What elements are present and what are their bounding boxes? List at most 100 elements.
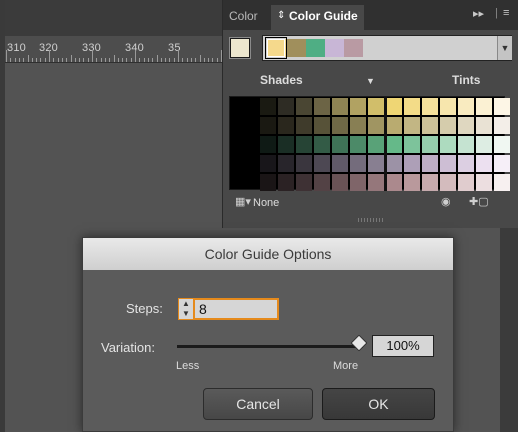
variation-slider-track[interactable] [177,345,363,348]
steps-label: Steps: [126,301,163,316]
resize-grip[interactable] [358,218,384,222]
color-variation-cell[interactable] [440,174,456,191]
harmony-swatch[interactable] [287,39,306,57]
tab-color[interactable]: Color [223,5,264,30]
shades-tints-dropdown-icon[interactable]: ▼ [366,76,375,86]
color-variation-cell[interactable] [260,117,276,134]
color-variation-cell[interactable] [332,136,348,153]
selected-harmony-swatch [265,37,287,59]
color-variation-cell[interactable] [440,117,456,134]
color-variation-cell[interactable] [296,155,312,172]
grid-view-icon[interactable]: ▦▾ [235,195,253,209]
color-variation-cell[interactable] [494,117,510,134]
color-variation-cell[interactable] [296,174,312,191]
color-variation-cell[interactable] [440,98,456,115]
color-variation-cell[interactable] [350,98,366,115]
color-variation-cell[interactable] [440,155,456,172]
ruler-tick [74,58,76,62]
ok-button[interactable]: OK [322,388,435,420]
color-variation-cell[interactable] [260,155,276,172]
color-variation-cell[interactable] [368,136,384,153]
color-variation-cell[interactable] [422,136,438,153]
color-variation-cell[interactable] [278,136,294,153]
steps-stepper-arrows[interactable]: ▲ ▼ [178,298,193,320]
color-variation-cell[interactable] [350,155,366,172]
color-variation-cell[interactable] [296,136,312,153]
harmony-swatch[interactable] [306,39,325,57]
color-variation-cell[interactable] [314,174,330,191]
save-group-icon[interactable]: ✚▢ [469,195,489,209]
active-color-swatch[interactable] [229,37,251,59]
steps-input[interactable]: 8 [193,298,279,320]
ruler-tick [49,50,50,62]
color-variation-cell[interactable] [278,155,294,172]
harmony-swatch[interactable] [344,39,363,57]
color-variation-cell[interactable] [368,174,384,191]
variation-slider-thumb[interactable] [350,334,368,352]
color-variation-cell[interactable] [314,155,330,172]
cancel-button[interactable]: Cancel [203,388,313,420]
color-variation-cell[interactable] [260,98,276,115]
color-variation-cell[interactable] [494,155,510,172]
harmony-swatch[interactable] [325,39,344,57]
color-variation-cell[interactable] [296,98,312,115]
color-variation-cell[interactable] [314,98,330,115]
collapse-panel-icon[interactable]: ▸▸ [473,7,484,20]
edit-colors-icon[interactable]: ◉ [441,195,459,209]
color-variation-cell[interactable] [440,136,456,153]
color-variation-cell[interactable] [350,136,366,153]
color-variation-cell[interactable] [422,155,438,172]
color-variation-cell[interactable] [368,155,384,172]
color-variation-cell[interactable] [332,117,348,134]
color-variation-cell[interactable] [458,117,474,134]
color-variation-cell[interactable] [260,174,276,191]
color-variation-cell[interactable] [386,174,402,191]
color-variation-cell[interactable] [296,117,312,134]
color-variation-cell[interactable] [278,174,294,191]
color-variation-cell[interactable] [386,117,402,134]
color-variation-cell[interactable] [476,174,492,191]
color-variation-cell[interactable] [458,155,474,172]
tab-color-guide[interactable]: ⇕ Color Guide [271,5,364,30]
chevron-down-icon[interactable]: ▼ [497,36,512,60]
color-variation-cell[interactable] [332,155,348,172]
ruler-tick [208,58,210,62]
color-variation-cell[interactable] [476,117,492,134]
color-variation-cell[interactable] [350,174,366,191]
color-variation-cell[interactable] [332,174,348,191]
color-variation-cell[interactable] [278,117,294,134]
color-variation-cell[interactable] [422,98,438,115]
color-variation-cell[interactable] [404,98,420,115]
variation-input[interactable]: 100% [372,335,434,357]
color-variation-cell[interactable] [314,136,330,153]
color-variation-cell[interactable] [314,117,330,134]
color-variation-cell[interactable] [368,117,384,134]
color-variation-cell[interactable] [386,98,402,115]
color-variation-cell[interactable] [476,155,492,172]
color-variation-cell[interactable] [386,136,402,153]
color-variation-cell[interactable] [332,98,348,115]
ruler-tick [6,50,7,62]
color-variation-cell[interactable] [422,174,438,191]
color-variation-cell[interactable] [458,136,474,153]
color-variation-cell[interactable] [494,98,510,115]
color-variation-cell[interactable] [494,136,510,153]
color-variation-cell[interactable] [260,136,276,153]
color-variation-cell[interactable] [278,98,294,115]
panel-menu-icon[interactable]: ≡ [503,7,509,19]
color-variation-cell[interactable] [404,136,420,153]
color-variation-cell[interactable] [458,98,474,115]
color-variation-cell[interactable] [422,117,438,134]
color-variation-cell[interactable] [368,98,384,115]
ruler-tick [178,50,179,62]
color-variation-cell[interactable] [404,117,420,134]
color-variation-cell[interactable] [494,174,510,191]
color-variation-cell[interactable] [476,98,492,115]
color-variation-cell[interactable] [404,155,420,172]
color-variation-cell[interactable] [476,136,492,153]
color-variation-cell[interactable] [350,117,366,134]
color-variation-cell[interactable] [458,174,474,191]
color-variation-cell[interactable] [386,155,402,172]
harmony-rules-dropdown[interactable]: ▼ [262,35,512,61]
color-variation-cell[interactable] [404,174,420,191]
